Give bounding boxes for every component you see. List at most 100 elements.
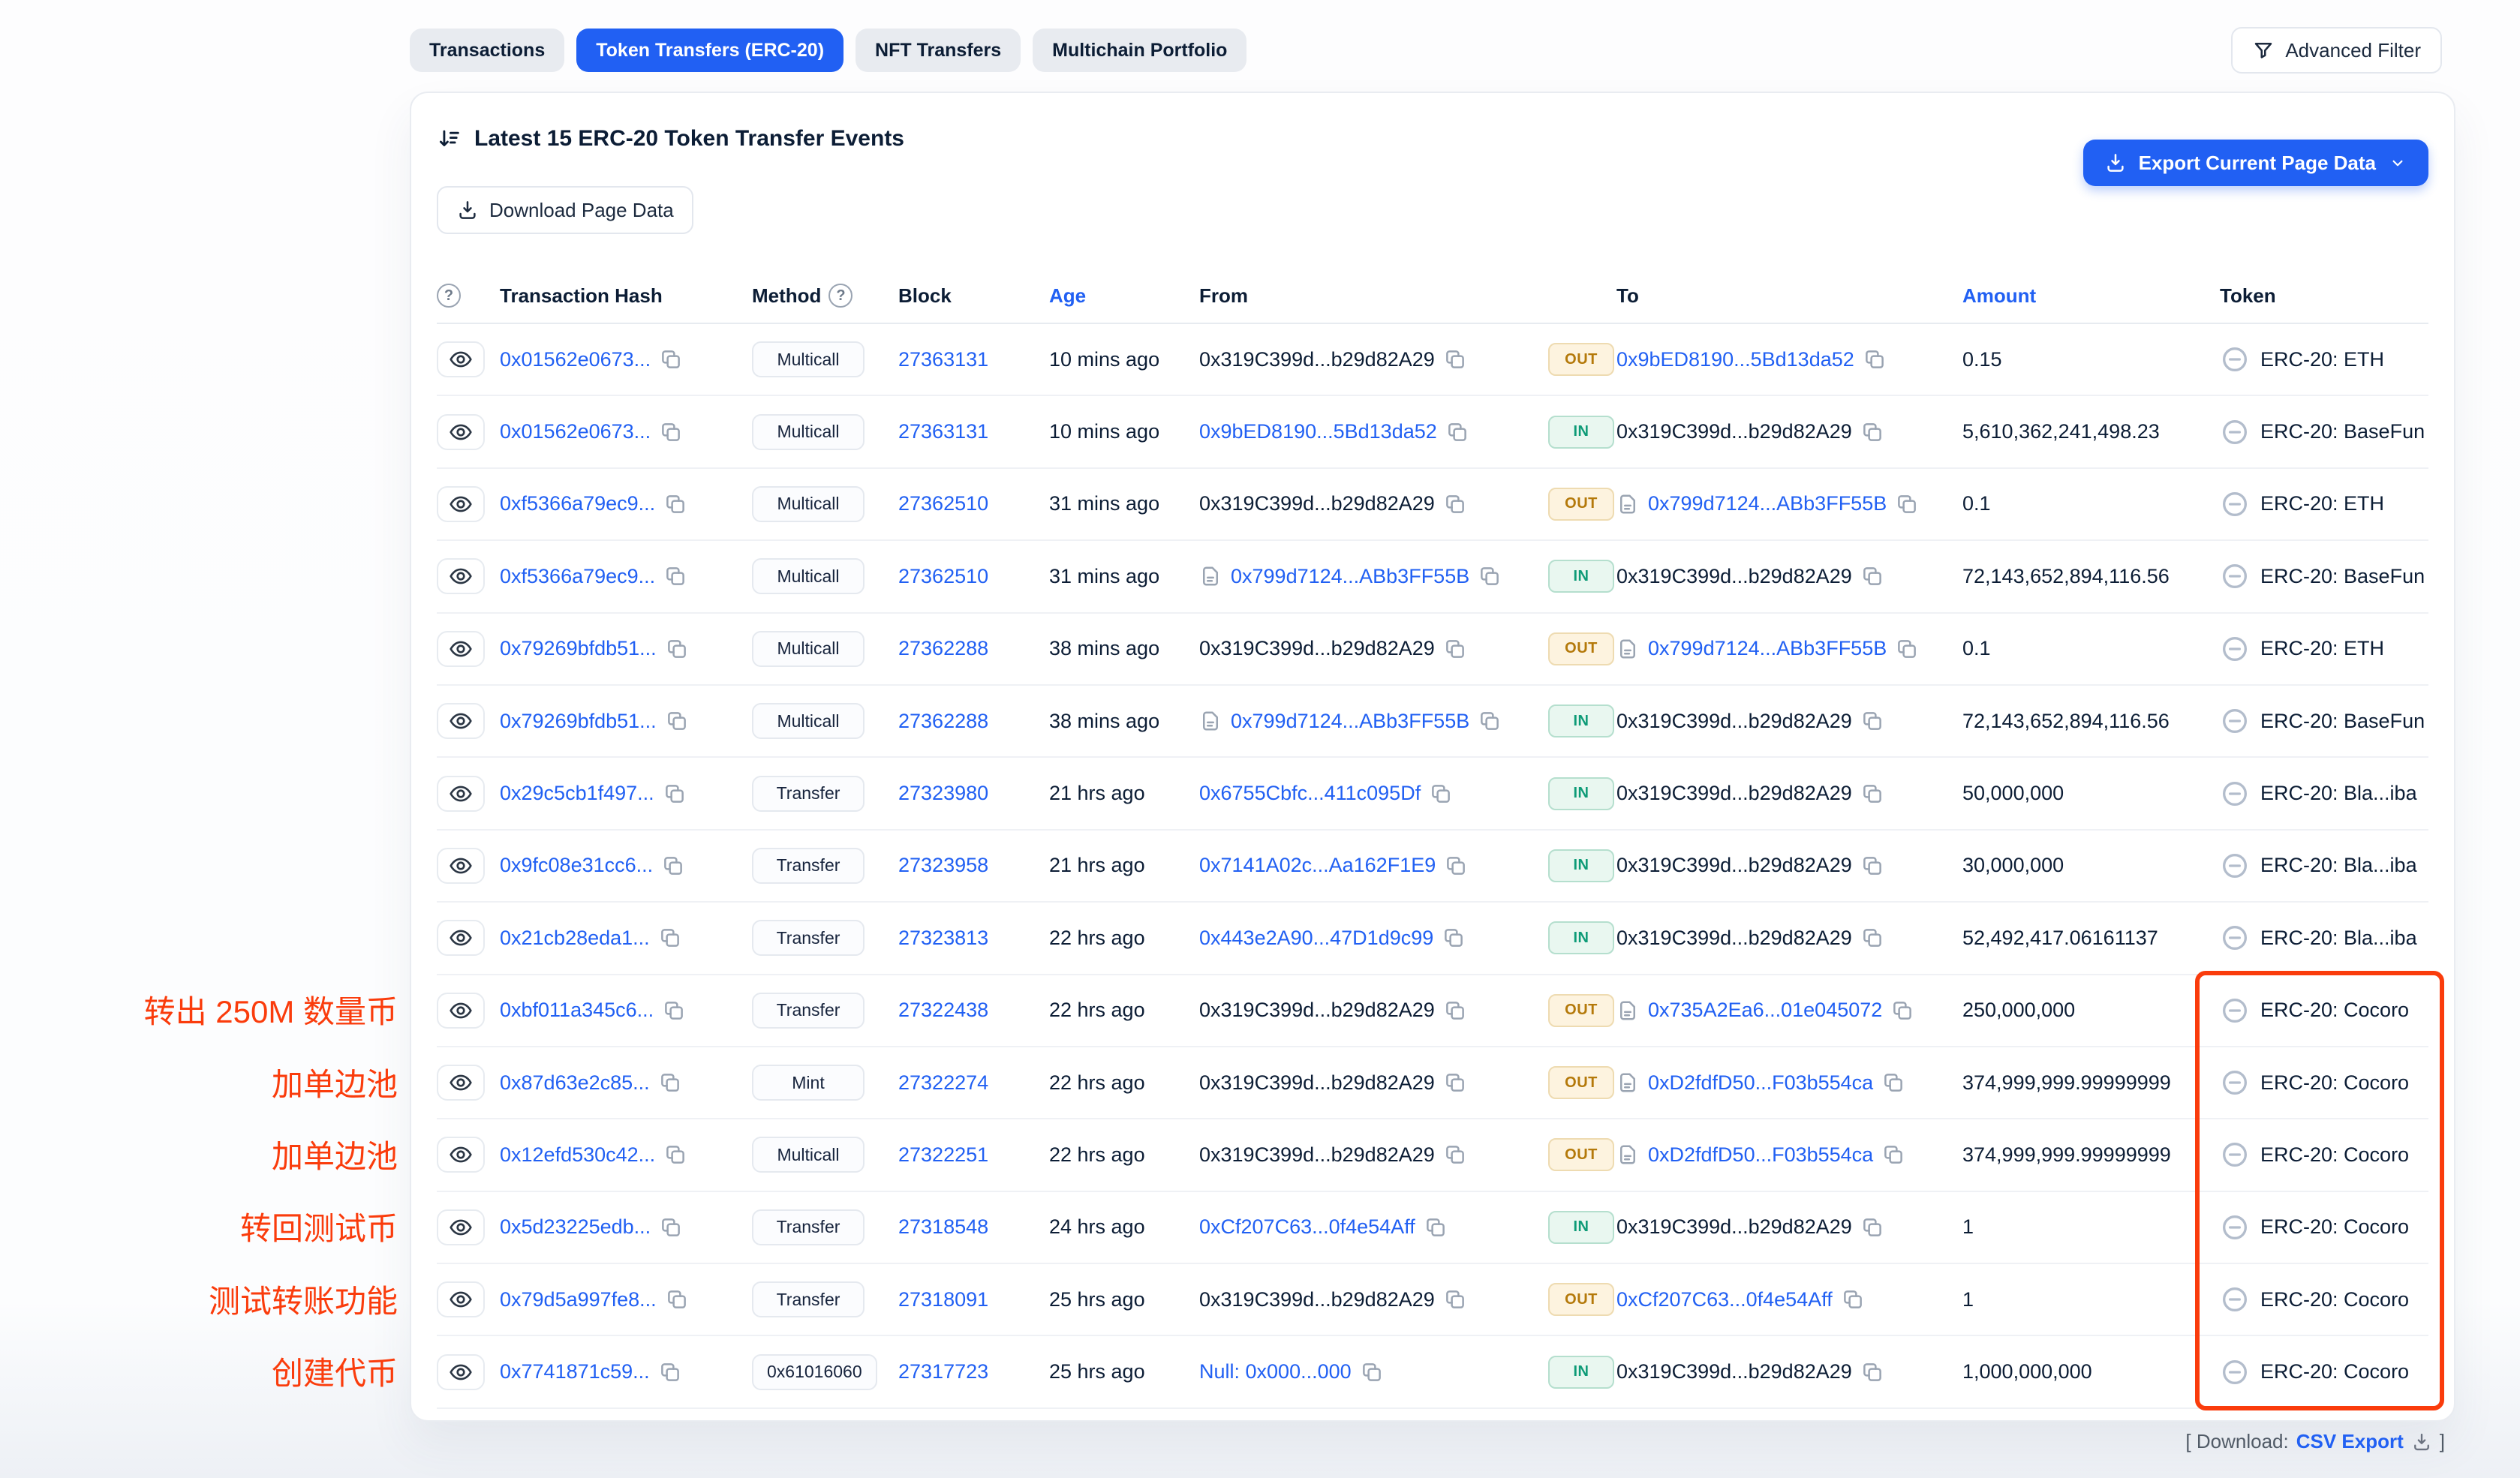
eye-button[interactable] <box>437 993 485 1029</box>
copy-icon[interactable] <box>663 999 685 1022</box>
eye-button[interactable] <box>437 1281 485 1317</box>
block-link[interactable]: 27322274 <box>898 1071 988 1095</box>
block-link[interactable]: 27322251 <box>898 1143 988 1167</box>
copy-icon[interactable] <box>666 638 688 660</box>
tx-hash-link[interactable]: 0x01562e0673... <box>500 420 651 443</box>
token-name[interactable]: ERC-20: Cocoro <box>2260 999 2409 1022</box>
from-address[interactable]: 0x9bED8190...5Bd13da52 <box>1199 420 1437 443</box>
block-link[interactable]: 27322438 <box>898 999 988 1022</box>
from-address[interactable]: 0x6755Cbfc...411c095Df <box>1199 782 1421 805</box>
token-name[interactable]: ERC-20: ETH <box>2260 348 2384 371</box>
copy-icon[interactable] <box>660 421 682 443</box>
copy-icon[interactable] <box>663 783 686 805</box>
block-link[interactable]: 27318548 <box>898 1215 988 1239</box>
tx-hash-link[interactable]: 0x5d23225edb... <box>500 1215 651 1239</box>
copy-icon[interactable] <box>1861 783 1884 805</box>
copy-icon[interactable] <box>1444 1071 1466 1094</box>
token-name[interactable]: ERC-20: BaseFun <box>2260 420 2425 443</box>
token-name[interactable]: ERC-20: Bla...iba <box>2260 782 2417 805</box>
token-name[interactable]: ERC-20: Cocoro <box>2260 1288 2409 1311</box>
tab-transactions[interactable]: Transactions <box>410 29 564 72</box>
csv-download-icon[interactable] <box>2411 1431 2432 1452</box>
copy-icon[interactable] <box>1842 1288 1864 1311</box>
copy-icon[interactable] <box>1861 855 1884 877</box>
token-name[interactable]: ERC-20: ETH <box>2260 492 2384 515</box>
copy-icon[interactable] <box>1446 421 1469 443</box>
copy-icon[interactable] <box>1863 348 1886 371</box>
help-icon[interactable]: ? <box>437 284 461 308</box>
tx-hash-link[interactable]: 0x9fc08e31cc6... <box>500 854 653 877</box>
eye-button[interactable] <box>437 1354 485 1390</box>
from-address[interactable]: 0xCf207C63...0f4e54Aff <box>1199 1215 1415 1239</box>
copy-icon[interactable] <box>659 1071 681 1094</box>
copy-icon[interactable] <box>1861 421 1884 443</box>
from-address[interactable]: Null: 0x000...000 <box>1199 1360 1352 1383</box>
method-help-icon[interactable]: ? <box>828 284 853 308</box>
to-address[interactable]: 0xD2fdfD50...F03b554ca <box>1648 1143 1873 1167</box>
from-address[interactable]: 0x7141A02c...Aa162F1E9 <box>1199 854 1436 877</box>
copy-icon[interactable] <box>1442 927 1465 949</box>
to-address[interactable]: 0xD2fdfD50...F03b554ca <box>1648 1071 1873 1095</box>
copy-icon[interactable] <box>1478 710 1501 732</box>
to-address[interactable]: 0x9bED8190...5Bd13da52 <box>1616 348 1854 371</box>
tx-hash-link[interactable]: 0x79269bfdb51... <box>500 637 657 660</box>
tx-hash-link[interactable]: 0xf5366a79ec9... <box>500 492 655 515</box>
col-age[interactable]: Age <box>1049 284 1199 308</box>
tab-nft-transfers[interactable]: NFT Transfers <box>856 29 1021 72</box>
block-link[interactable]: 27323958 <box>898 854 988 877</box>
token-name[interactable]: ERC-20: Cocoro <box>2260 1215 2409 1239</box>
tab-token-transfers-erc-20[interactable]: Token Transfers (ERC-20) <box>576 29 844 72</box>
copy-icon[interactable] <box>664 1143 687 1166</box>
copy-icon[interactable] <box>1444 1143 1466 1166</box>
eye-button[interactable] <box>437 1209 485 1245</box>
tx-hash-link[interactable]: 0x01562e0673... <box>500 348 651 371</box>
eye-button[interactable] <box>437 776 485 812</box>
copy-icon[interactable] <box>1445 855 1467 877</box>
eye-button[interactable] <box>437 1065 485 1101</box>
token-name[interactable]: ERC-20: BaseFun <box>2260 710 2425 733</box>
copy-icon[interactable] <box>1444 638 1466 660</box>
copy-icon[interactable] <box>1444 493 1466 515</box>
copy-icon[interactable] <box>1361 1361 1383 1383</box>
copy-icon[interactable] <box>664 565 687 587</box>
block-link[interactable]: 27323813 <box>898 927 988 950</box>
copy-icon[interactable] <box>1424 1216 1447 1239</box>
copy-icon[interactable] <box>1896 638 1918 660</box>
block-link[interactable]: 27363131 <box>898 420 988 443</box>
col-amount[interactable]: Amount <box>1962 284 2220 308</box>
tx-hash-link[interactable]: 0x29c5cb1f497... <box>500 782 654 805</box>
copy-icon[interactable] <box>1861 1216 1884 1239</box>
eye-button[interactable] <box>437 558 485 594</box>
eye-button[interactable] <box>437 631 485 667</box>
block-link[interactable]: 27362288 <box>898 637 988 660</box>
block-link[interactable]: 27323980 <box>898 782 988 805</box>
token-name[interactable]: ERC-20: Cocoro <box>2260 1071 2409 1095</box>
from-address[interactable]: 0x799d7124...ABb3FF55B <box>1231 710 1469 733</box>
to-address[interactable]: 0xCf207C63...0f4e54Aff <box>1616 1288 1833 1311</box>
block-link[interactable]: 27362510 <box>898 492 988 515</box>
from-address[interactable]: 0x799d7124...ABb3FF55B <box>1231 565 1469 588</box>
copy-icon[interactable] <box>666 710 688 732</box>
block-link[interactable]: 27362510 <box>898 565 988 588</box>
token-name[interactable]: ERC-20: ETH <box>2260 637 2384 660</box>
eye-button[interactable] <box>437 414 485 450</box>
tx-hash-link[interactable]: 0x7741871c59... <box>500 1360 650 1383</box>
copy-icon[interactable] <box>1430 783 1452 805</box>
token-name[interactable]: ERC-20: BaseFun <box>2260 565 2425 588</box>
copy-icon[interactable] <box>666 1288 688 1311</box>
to-address[interactable]: 0x799d7124...ABb3FF55B <box>1648 637 1887 660</box>
tx-hash-link[interactable]: 0x79d5a997fe8... <box>500 1288 657 1311</box>
to-address[interactable]: 0x799d7124...ABb3FF55B <box>1648 492 1887 515</box>
to-address[interactable]: 0x735A2Ea6...01e045072 <box>1648 999 1882 1022</box>
eye-button[interactable] <box>437 1137 485 1173</box>
advanced-filter-button[interactable]: Advanced Filter <box>2231 27 2442 74</box>
tx-hash-link[interactable]: 0x79269bfdb51... <box>500 710 657 733</box>
copy-icon[interactable] <box>664 493 687 515</box>
token-name[interactable]: ERC-20: Bla...iba <box>2260 927 2417 950</box>
tab-multichain-portfolio[interactable]: Multichain Portfolio <box>1033 29 1246 72</box>
tx-hash-link[interactable]: 0xf5366a79ec9... <box>500 565 655 588</box>
copy-icon[interactable] <box>1861 710 1884 732</box>
tx-hash-link[interactable]: 0x12efd530c42... <box>500 1143 655 1167</box>
tx-hash-link[interactable]: 0xbf011a345c6... <box>500 999 654 1022</box>
block-link[interactable]: 27362288 <box>898 710 988 733</box>
